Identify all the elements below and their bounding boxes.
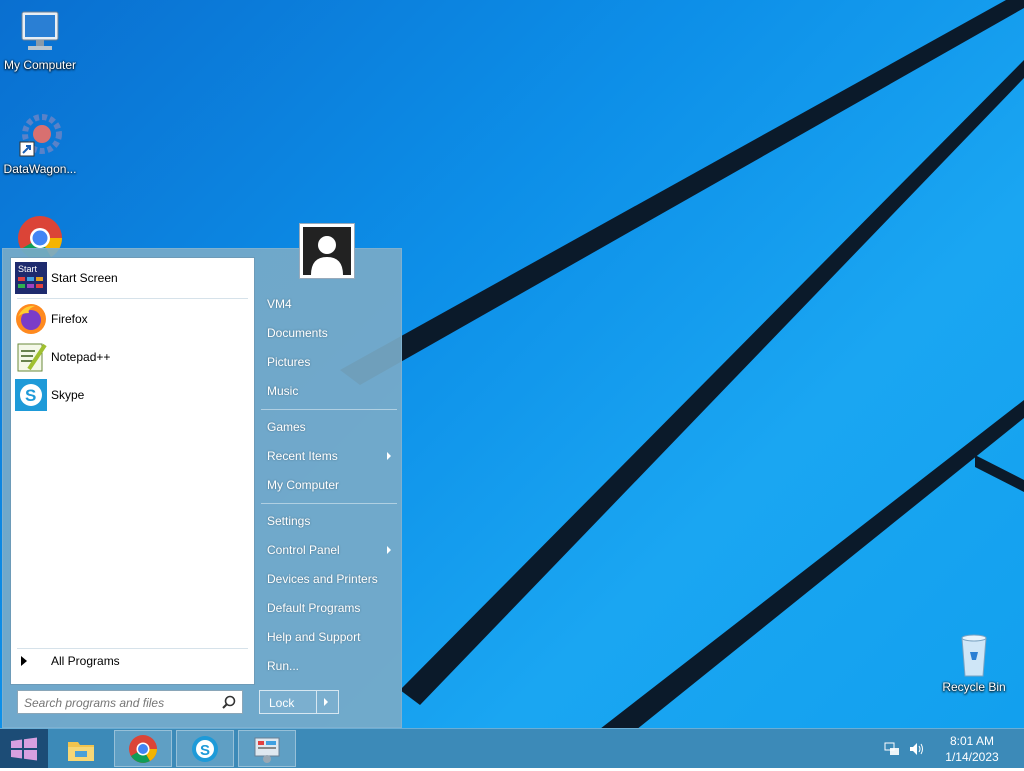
separator: [261, 409, 397, 410]
user-avatar[interactable]: [299, 223, 355, 279]
start-menu: Start Start Screen Firefox Notepad++ S S…: [2, 248, 402, 728]
firefox-icon: [15, 303, 47, 335]
svg-text:Start: Start: [18, 264, 38, 274]
start-item-firefox[interactable]: Firefox: [15, 302, 247, 336]
taskbar-control-panel[interactable]: [238, 730, 296, 767]
start-right-run[interactable]: Run...: [259, 653, 399, 679]
desktop-icon-recycle-bin[interactable]: Recycle Bin: [934, 630, 1014, 694]
start-button[interactable]: [0, 729, 48, 768]
all-programs-button[interactable]: All Programs: [21, 654, 120, 668]
start-item-skype[interactable]: S Skype: [15, 378, 247, 412]
separator: [17, 648, 248, 649]
desktop-icon-my-computer[interactable]: My Computer: [0, 8, 80, 72]
my-computer-icon: [16, 8, 64, 56]
start-menu-programs-pane: Start Start Screen Firefox Notepad++ S S…: [10, 257, 255, 685]
chevron-right-icon: [387, 546, 391, 554]
taskbar: S 8:01 AM 1/14/2023: [0, 728, 1024, 768]
clock-time: 8:01 AM: [949, 734, 995, 748]
start-right-vm4[interactable]: VM4: [259, 291, 399, 317]
separator: [17, 298, 248, 299]
start-right-pictures[interactable]: Pictures: [259, 349, 399, 375]
start-right-help-support[interactable]: Help and Support: [259, 624, 399, 650]
volume-icon[interactable]: [908, 741, 924, 757]
notepadpp-icon: [15, 341, 47, 373]
clock[interactable]: 8:01 AM 1/14/2023: [942, 733, 1002, 765]
taskbar-file-explorer[interactable]: [52, 730, 110, 767]
start-right-control-panel[interactable]: Control Panel: [259, 537, 399, 563]
chevron-right-icon: [387, 452, 391, 460]
search-icon[interactable]: [222, 695, 236, 709]
svg-text:S: S: [25, 386, 36, 405]
start-right-games[interactable]: Games: [259, 414, 399, 440]
start-screen-icon: Start: [15, 262, 47, 294]
triangle-right-icon: [21, 656, 27, 666]
control-panel-icon: [254, 737, 280, 763]
windows-logo-icon: [11, 737, 37, 761]
start-right-my-computer[interactable]: My Computer: [259, 472, 399, 498]
start-right-recent-items[interactable]: Recent Items: [259, 443, 399, 469]
chrome-icon: [129, 735, 157, 763]
start-item-start-screen[interactable]: Start Start Screen: [15, 261, 247, 295]
network-icon[interactable]: [884, 741, 900, 757]
system-tray: 8:01 AM 1/14/2023: [884, 729, 1024, 768]
user-icon: [303, 227, 351, 275]
lock-button[interactable]: Lock: [259, 690, 339, 714]
search-box[interactable]: [17, 690, 243, 714]
separator: [261, 503, 397, 504]
start-right-default-programs[interactable]: Default Programs: [259, 595, 399, 621]
clock-date: 1/14/2023: [945, 750, 999, 764]
taskbar-chrome[interactable]: [114, 730, 172, 767]
chevron-right-icon[interactable]: [324, 698, 328, 706]
start-item-notepadpp[interactable]: Notepad++: [15, 340, 247, 374]
skype-icon: S: [192, 736, 218, 762]
search-input[interactable]: [22, 694, 222, 712]
start-right-settings[interactable]: Settings: [259, 508, 399, 534]
file-explorer-icon: [68, 742, 94, 761]
skype-icon: S: [15, 379, 47, 411]
desktop-icon-datawagon[interactable]: DataWagon...: [0, 112, 80, 176]
svg-text:S: S: [200, 742, 210, 759]
start-right-devices-printers[interactable]: Devices and Printers: [259, 566, 399, 592]
start-right-documents[interactable]: Documents: [259, 320, 399, 346]
recycle-bin-icon: [950, 630, 998, 678]
taskbar-skype[interactable]: S: [176, 730, 234, 767]
start-right-music[interactable]: Music: [259, 378, 399, 404]
gear-icon: [16, 112, 64, 160]
